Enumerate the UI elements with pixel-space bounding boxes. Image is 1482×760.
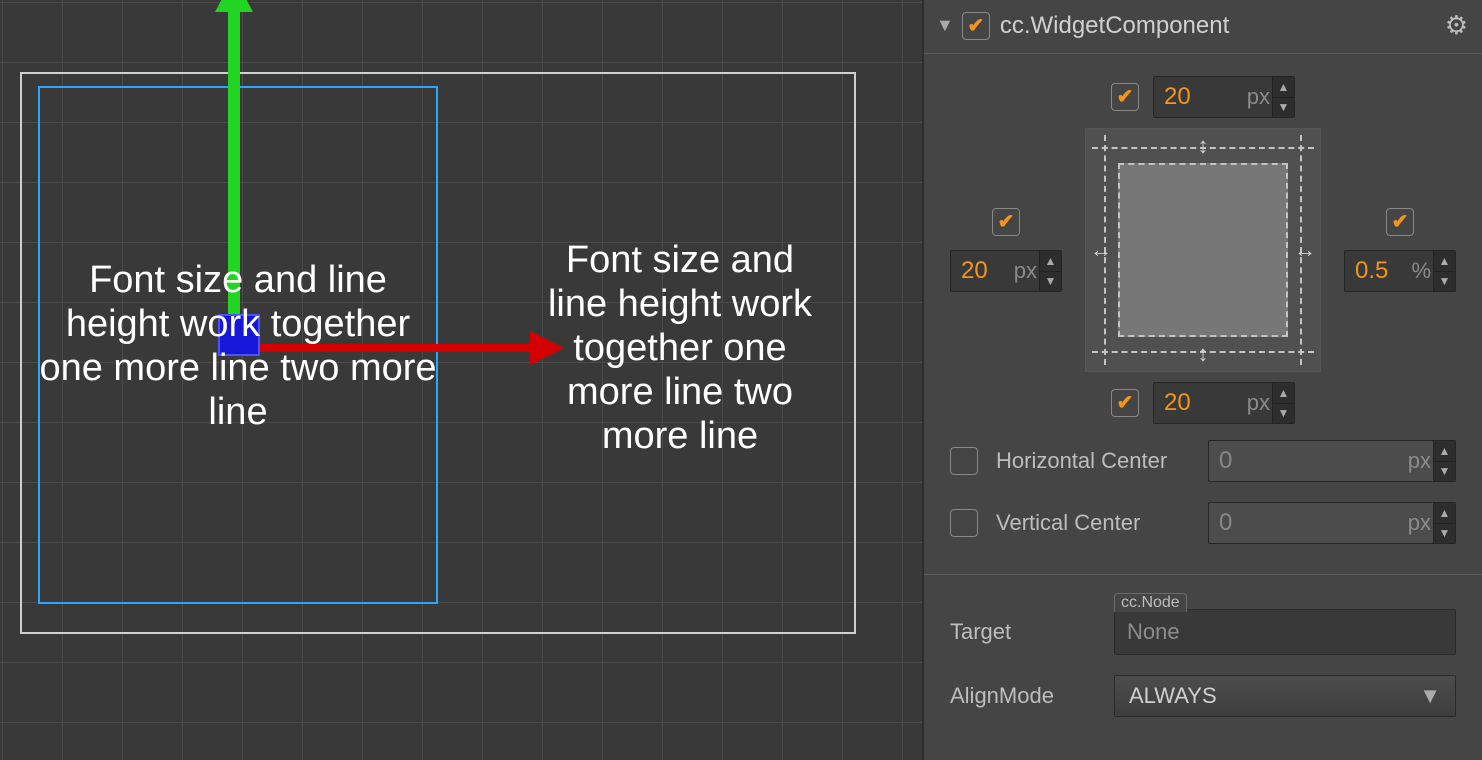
component-header: ▼ cc.WidgetComponent ⚙ [924, 0, 1482, 54]
align-mode-dropdown[interactable]: ALWAYS ▼ [1114, 675, 1456, 717]
target-type-tag: cc.Node [1114, 593, 1187, 612]
vertical-center-value[interactable] [1209, 503, 1408, 543]
align-top-input[interactable]: px ▲▼ [1153, 76, 1295, 118]
align-top-checkbox[interactable] [1111, 83, 1139, 111]
scene-text-node-1[interactable]: Font size and line height work together … [34, 258, 442, 434]
horizontal-center-input[interactable]: px ▲▼ [1208, 440, 1456, 482]
align-mode-label: AlignMode [950, 683, 1098, 709]
align-left-stepper[interactable]: ▲▼ [1039, 251, 1061, 291]
target-label: Target [950, 619, 1098, 645]
arrow-left-right-icon: ↔ [1294, 237, 1316, 263]
horizontal-center-value[interactable] [1209, 441, 1408, 481]
align-bottom-input[interactable]: px ▲▼ [1153, 382, 1295, 424]
component-enable-checkbox[interactable] [962, 12, 990, 40]
align-right-value[interactable] [1345, 251, 1411, 291]
horizontal-center-checkbox[interactable] [950, 447, 978, 475]
scene-canvas[interactable]: Font size and line height work together … [0, 0, 922, 760]
component-title: cc.WidgetComponent [1000, 12, 1229, 40]
chevron-down-icon: ▼ [1419, 683, 1441, 709]
horizontal-center-unit[interactable]: px [1408, 448, 1433, 474]
section-divider [924, 574, 1482, 575]
vertical-center-checkbox[interactable] [950, 509, 978, 537]
horizontal-center-row: Horizontal Center px ▲▼ [924, 430, 1482, 492]
align-left-unit[interactable]: px [1014, 258, 1039, 284]
arrow-up-down-icon: ↕ [1198, 341, 1209, 367]
align-right-unit[interactable]: % [1411, 258, 1433, 284]
align-mode-row: AlignMode ALWAYS ▼ [924, 665, 1482, 727]
align-right-stepper[interactable]: ▲▼ [1433, 251, 1455, 291]
target-row: Target cc.Node None [924, 599, 1482, 665]
align-bottom-stepper[interactable]: ▲▼ [1272, 383, 1294, 423]
align-left-checkbox[interactable] [992, 208, 1020, 236]
scene-text-node-2[interactable]: Font size and line height work together … [490, 238, 870, 458]
gear-icon[interactable]: ⚙ [1445, 10, 1468, 41]
align-bottom-unit[interactable]: px [1247, 390, 1272, 416]
vertical-center-label: Vertical Center [996, 510, 1140, 536]
widget-alignment-diagram: ↕ ↕ ↔ ↔ [1085, 128, 1321, 372]
target-node-slot[interactable]: cc.Node None [1114, 609, 1456, 655]
align-left-value[interactable] [951, 251, 1014, 291]
inspector-panel: ▼ cc.WidgetComponent ⚙ px ▲▼ px ▲▼ [922, 0, 1482, 760]
align-left-input[interactable]: px ▲▼ [950, 250, 1062, 292]
vertical-center-row: Vertical Center px ▲▼ [924, 492, 1482, 554]
horizontal-center-label: Horizontal Center [996, 448, 1167, 474]
align-bottom-checkbox[interactable] [1111, 389, 1139, 417]
align-top-value[interactable] [1154, 77, 1247, 117]
vertical-center-stepper[interactable]: ▲▼ [1433, 503, 1455, 543]
align-top-unit[interactable]: px [1247, 84, 1272, 110]
align-top-stepper[interactable]: ▲▼ [1272, 77, 1294, 117]
vertical-center-input[interactable]: px ▲▼ [1208, 502, 1456, 544]
align-mode-value: ALWAYS [1129, 683, 1217, 709]
align-right-input[interactable]: % ▲▼ [1344, 250, 1456, 292]
arrow-up-down-icon: ↕ [1198, 133, 1209, 159]
horizontal-center-stepper[interactable]: ▲▼ [1433, 441, 1455, 481]
align-right-checkbox[interactable] [1386, 208, 1414, 236]
arrow-left-right-icon: ↔ [1090, 237, 1112, 263]
target-value: None [1127, 619, 1180, 645]
widget-align-editor: px ▲▼ px ▲▼ ↕ ↕ ↔ ↔ [924, 54, 1482, 430]
collapse-toggle-icon[interactable]: ▼ [936, 15, 954, 36]
align-bottom-value[interactable] [1154, 383, 1247, 423]
vertical-center-unit[interactable]: px [1408, 510, 1433, 536]
